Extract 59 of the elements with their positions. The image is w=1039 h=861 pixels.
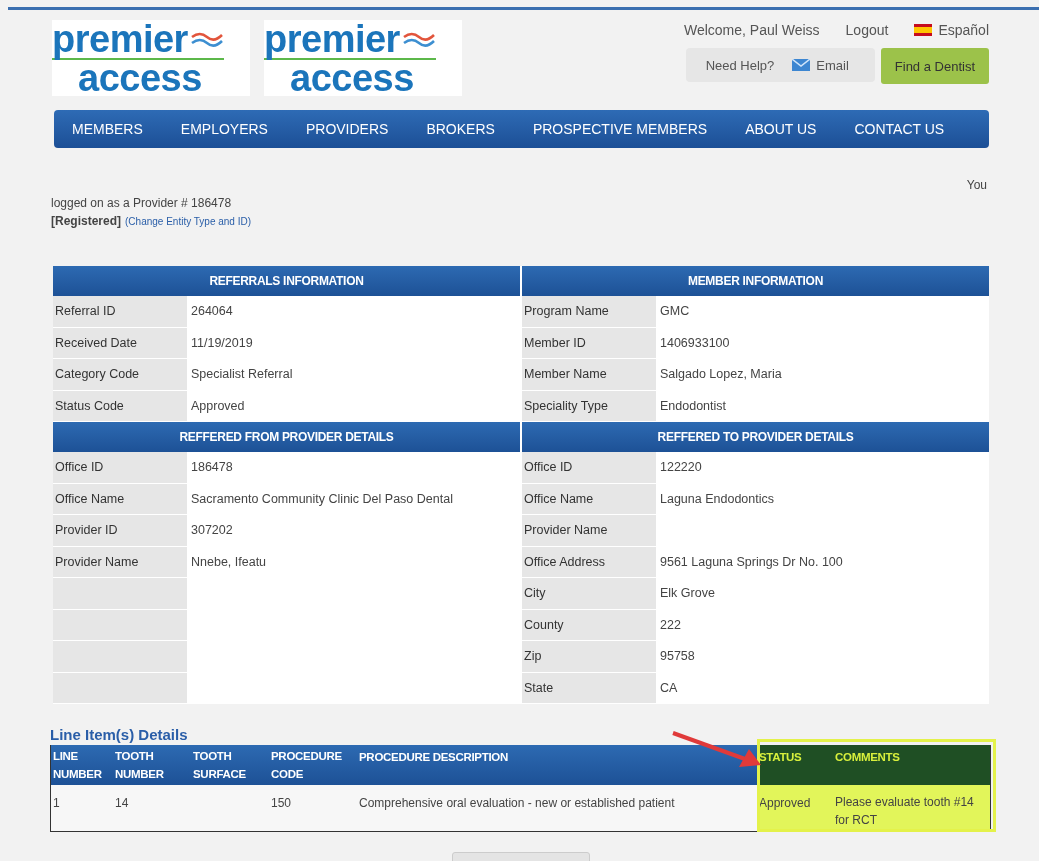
table-cell-text: Comprehensive oral evaluation - new or established patient	[359, 795, 675, 812]
section-header: REFERRALS INFORMATION	[53, 266, 520, 296]
change-entity-link[interactable]: (Change Entity Type and ID)	[125, 216, 251, 227]
field-label: Program Name	[522, 296, 656, 327]
table-cell-text: Please evaluate tooth #14 for RCT	[835, 794, 975, 829]
field-label: Office ID	[53, 452, 187, 483]
field-label: State	[522, 672, 656, 703]
nav-link[interactable]: EMPLOYERS	[180, 121, 268, 137]
field-label: Provider Name	[522, 515, 656, 546]
table-cell-text: 14	[115, 795, 129, 812]
nav-link[interactable]: MEMBERS	[72, 121, 143, 137]
column-header: TOOTH SURFACE	[193, 749, 247, 782]
table-cell-text: 1	[53, 795, 60, 812]
field-label: Zip	[522, 641, 656, 672]
login-text: logged on as a Provider # 186478	[51, 196, 232, 210]
logo[interactable]: premier access	[264, 20, 462, 96]
language-link[interactable]: Español	[914, 22, 989, 38]
column-header: COMMENTS	[835, 750, 900, 765]
column-header: STATUS	[759, 750, 802, 765]
field-label: Status Code	[53, 390, 187, 421]
logo[interactable]: premier access	[52, 20, 250, 96]
logout-link[interactable]: Logout	[845, 22, 889, 38]
you-text: You	[966, 178, 987, 192]
nav-link[interactable]: ABOUT US	[745, 121, 817, 137]
field-label: Office Address	[522, 546, 656, 577]
field-label: Category Code	[53, 359, 187, 390]
field-label: Member Name	[522, 359, 656, 390]
nav-link[interactable]: PROVIDERS	[305, 121, 389, 137]
field-label: Office Name	[53, 483, 187, 514]
table-cell-text: Approved	[759, 795, 811, 812]
welcome-text: Welcome, Paul Weiss	[683, 22, 820, 38]
find-dentist-button[interactable]: Find a Dentist	[880, 48, 989, 84]
column-header: TOOTH NUMBER	[115, 749, 165, 782]
help-text: Need Help?	[705, 57, 775, 73]
section-title: Line Item(s) Details	[50, 726, 189, 743]
field-label: County	[522, 609, 656, 640]
flag-icon	[914, 24, 933, 36]
nav-link[interactable]: PROSPECTIVE MEMBERS	[532, 121, 708, 137]
registered-text: [Registered]	[51, 214, 121, 228]
field-label: City	[522, 578, 656, 609]
section-header: REFFERED FROM PROVIDER DETAILS	[53, 422, 520, 452]
field-label: Member ID	[522, 327, 656, 358]
section-header: REFFERED TO PROVIDER DETAILS	[522, 422, 989, 452]
field-label: Provider Name	[53, 546, 187, 577]
field-label: Received Date	[53, 327, 187, 358]
table-cell-text: 150	[271, 795, 292, 812]
field-label: Provider ID	[53, 515, 187, 546]
field-label: Office Name	[522, 483, 656, 514]
field-label: Speciality Type	[522, 390, 656, 421]
section-header: MEMBER INFORMATION	[522, 266, 989, 296]
column-header: PROCEDURE DESCRIPTION	[359, 750, 508, 765]
envelope-icon	[792, 59, 811, 71]
field-label: Referral ID	[53, 296, 187, 327]
column-header: PROCEDURE CODE	[271, 749, 343, 782]
nav-link[interactable]: BROKERS	[426, 121, 495, 137]
nav-link[interactable]: CONTACT US	[854, 121, 945, 137]
email-link[interactable]: Email	[792, 57, 849, 73]
field-label: Office ID	[522, 452, 656, 483]
column-header: LINE NUMBER	[53, 749, 103, 782]
